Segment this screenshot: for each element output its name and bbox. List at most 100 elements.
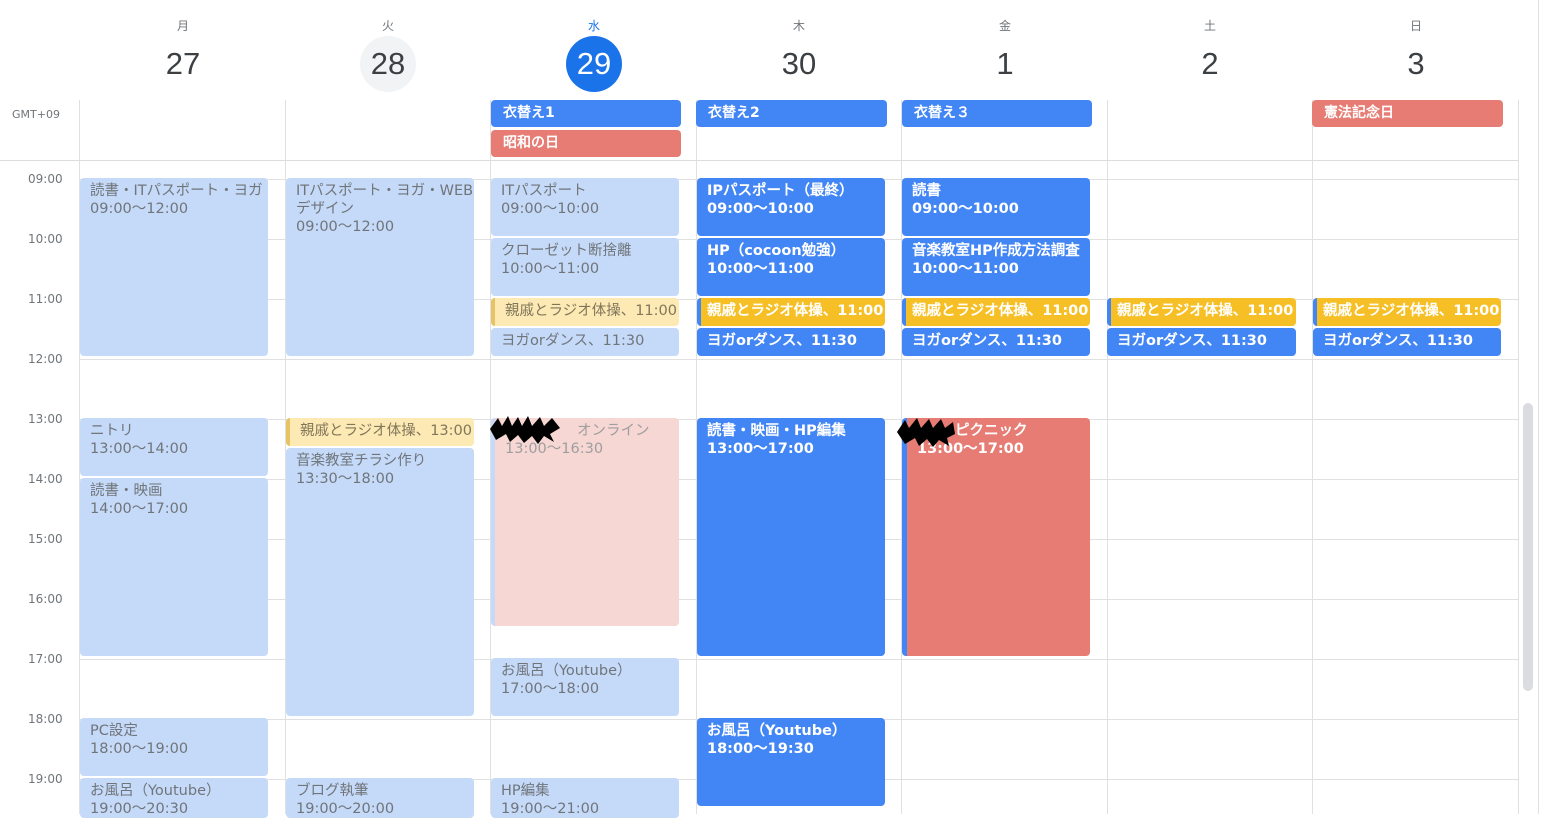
event-title: HP編集 <box>501 783 550 799</box>
day-number-3[interactable]: 3 <box>1388 36 1444 92</box>
redaction-mark-icon <box>897 418 955 447</box>
allday-event[interactable]: 衣替え３ <box>902 100 1092 127</box>
time-label: 09:00 <box>28 172 63 186</box>
event-card[interactable]: お風呂（Youtube） 17:00〜18:00 <box>491 658 679 716</box>
event-title: 親戚とラジオ体操、11:00 <box>1323 303 1500 319</box>
event-title: ヨガorダンス、11:30 <box>707 333 857 349</box>
event-card[interactable]: 読書・映画・HP編集 13:00〜17:00 <box>697 418 885 656</box>
event-title: ヨガorダンス、11:30 <box>1117 333 1267 349</box>
time-label: 17:00 <box>28 652 63 666</box>
day-number-27[interactable]: 27 <box>155 36 211 92</box>
event-card[interactable]: ピクニック 13:00〜17:00 <box>902 418 1090 656</box>
event-card[interactable]: PC設定 18:00〜19:00 <box>80 718 268 776</box>
event-title: お風呂（Youtube） <box>501 663 632 679</box>
allday-event[interactable]: 衣替え1 <box>491 100 681 127</box>
event-card[interactable]: 親戚とラジオ体操、11:00 <box>491 298 679 326</box>
event-card[interactable]: 読書 09:00〜10:00 <box>902 178 1090 236</box>
day-of-week-sat: 土 <box>1203 19 1216 33</box>
side-panel-divider <box>1538 0 1539 814</box>
event-card[interactable]: 親戚とラジオ体操、11:00 <box>697 298 885 326</box>
event-title: 音楽教室チラシ作り <box>296 453 427 469</box>
day-number-2[interactable]: 2 <box>1182 36 1238 92</box>
event-time: 18:00〜19:00 <box>90 741 189 757</box>
event-time: 19:00〜20:30 <box>90 801 189 817</box>
event-time: 09:00〜10:00 <box>501 201 600 217</box>
event-card[interactable]: 読書・映画 14:00〜17:00 <box>80 478 268 656</box>
allday-separator <box>0 160 1519 161</box>
event-time: 09:00〜12:00 <box>90 201 189 217</box>
event-title: ITパスポート <box>501 183 587 199</box>
event-title: 親戚とラジオ体操、11:00 <box>1117 303 1294 319</box>
day-of-week-tue: 火 <box>381 19 394 33</box>
event-time: 17:00〜18:00 <box>501 681 600 697</box>
event-card[interactable]: ニトリ 13:00〜14:00 <box>80 418 268 476</box>
event-card[interactable]: ヨガorダンス、11:30 <box>902 328 1090 356</box>
vertical-scrollbar[interactable] <box>1523 403 1533 691</box>
time-label: 12:00 <box>28 352 63 366</box>
event-title: PC設定 <box>90 723 138 739</box>
event-title: ニトリ <box>90 423 134 439</box>
event-card[interactable]: IPパスポート（最終） 09:00〜10:00 <box>697 178 885 236</box>
event-title: ヨガorダンス、11:30 <box>912 333 1062 349</box>
allday-holiday[interactable]: 憲法記念日 <box>1312 100 1503 127</box>
event-card[interactable]: ブログ執筆 19:00〜20:00 <box>286 778 474 818</box>
event-card[interactable]: HP編集 19:00〜21:00 <box>491 778 679 818</box>
redaction-mark-icon <box>490 416 560 444</box>
event-title: IPパスポート（最終） <box>707 183 854 199</box>
event-card[interactable]: ヨガorダンス、11:30 <box>1107 328 1296 356</box>
event-time: 19:00〜21:00 <box>501 801 600 817</box>
event-title: ピクニック <box>955 423 1028 439</box>
event-card[interactable]: お風呂（Youtube） 18:00〜19:30 <box>697 718 885 806</box>
event-card[interactable]: HP（cocoon勉強） 10:00〜11:00 <box>697 238 885 296</box>
allday-holiday[interactable]: 昭和の日 <box>491 130 681 157</box>
event-title: 親戚とラジオ体操、11:00 <box>707 303 884 319</box>
event-title: 親戚とラジオ体操、13:00 <box>300 423 472 439</box>
event-title: 親戚とラジオ体操、11:00 <box>912 303 1089 319</box>
grid-divider <box>1312 100 1313 814</box>
event-time: 09:00〜10:00 <box>912 201 1019 217</box>
event-card[interactable]: 親戚とラジオ体操、13:00 <box>286 418 474 446</box>
time-label: 19:00 <box>28 772 63 786</box>
event-card[interactable]: お風呂（Youtube） 19:00〜20:30 <box>80 778 268 818</box>
event-title: 音楽教室HP作成方法調査 <box>912 243 1080 259</box>
day-number-30[interactable]: 30 <box>771 36 827 92</box>
event-card[interactable]: 親戚とラジオ体操、11:00 <box>902 298 1090 326</box>
event-card[interactable]: ITパスポート 09:00〜10:00 <box>491 178 679 236</box>
event-time: 10:00〜11:00 <box>501 261 600 277</box>
event-card[interactable]: 音楽教室HP作成方法調査 10:00〜11:00 <box>902 238 1090 296</box>
event-card[interactable]: ITパスポート・ヨガ・WEBデザイン 09:00〜12:00 <box>286 178 474 356</box>
event-title: お風呂（Youtube） <box>707 723 847 739</box>
event-time: 18:00〜19:30 <box>707 741 814 757</box>
day-of-week-thu: 木 <box>792 19 805 33</box>
time-label: 16:00 <box>28 592 63 606</box>
day-of-week-mon: 月 <box>176 19 189 33</box>
event-card[interactable]: クローゼット断捨離 10:00〜11:00 <box>491 238 679 296</box>
event-title: 親戚とラジオ体操、11:00 <box>505 303 677 319</box>
time-label: 14:00 <box>28 472 63 486</box>
event-time: 19:00〜20:00 <box>296 801 395 817</box>
event-card[interactable]: 読書・ITパスポート・ヨガ 09:00〜12:00 <box>80 178 268 356</box>
event-time: 13:00〜17:00 <box>707 441 814 457</box>
event-time: 13:00〜14:00 <box>90 441 189 457</box>
event-time: 14:00〜17:00 <box>90 501 189 517</box>
allday-event[interactable]: 衣替え2 <box>696 100 887 127</box>
event-card[interactable]: 親戚とラジオ体操、11:00 <box>1107 298 1296 326</box>
event-card[interactable]: オンライン 13:00〜16:30 <box>491 418 679 626</box>
event-title: ヨガorダンス、11:30 <box>1323 333 1473 349</box>
day-of-week-fri: 金 <box>998 19 1011 33</box>
event-card[interactable]: ヨガorダンス、11:30 <box>491 328 679 356</box>
event-card[interactable]: 音楽教室チラシ作り 13:30〜18:00 <box>286 448 474 716</box>
event-time: 09:00〜10:00 <box>707 201 814 217</box>
event-title: お風呂（Youtube） <box>90 783 221 799</box>
event-card[interactable]: ヨガorダンス、11:30 <box>1313 328 1501 356</box>
event-card[interactable]: 親戚とラジオ体操、11:00 <box>1313 298 1501 326</box>
time-label: 10:00 <box>28 232 63 246</box>
event-time: 10:00〜11:00 <box>707 261 814 277</box>
grid-divider <box>1107 100 1108 814</box>
day-number-29-today[interactable]: 29 <box>566 36 622 92</box>
day-number-1[interactable]: 1 <box>977 36 1033 92</box>
event-card[interactable]: ヨガorダンス、11:30 <box>697 328 885 356</box>
time-label: 18:00 <box>28 712 63 726</box>
day-number-28[interactable]: 28 <box>360 36 416 92</box>
day-of-week-sun: 日 <box>1409 19 1422 33</box>
